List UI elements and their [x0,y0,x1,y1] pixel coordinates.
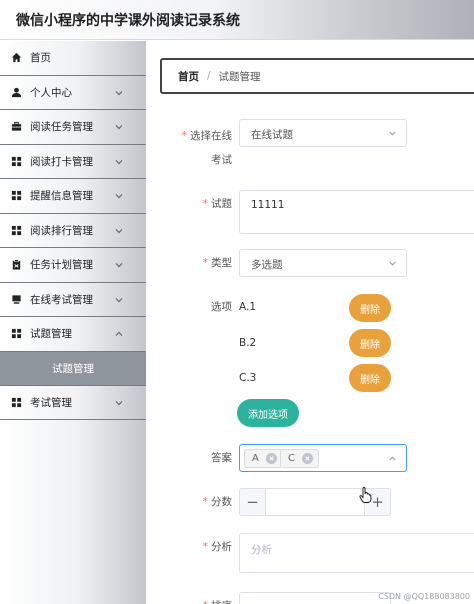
briefcase-icon [10,121,22,133]
sidebar-item-label: 阅读打卡管理 [30,155,93,168]
sidebar-item-exam-mgmt[interactable]: 考试管理 [0,386,146,420]
grid-icon [10,328,22,340]
sidebar-item-online-exam[interactable]: 在线考试管理 [0,283,146,317]
sidebar-item-label: 首页 [30,52,51,65]
exam-select-value: 在线试题 [251,129,293,141]
sidebar-item-reading-task[interactable]: 阅读任务管理 [0,110,146,145]
chevron-down-icon [388,259,397,268]
breadcrumb: 首页 / 试题管理 [160,58,474,94]
sidebar-item-question-mgmt[interactable]: 试题管理 [0,317,146,352]
delete-option-button[interactable]: 删除 [349,329,391,357]
exam-select-label: * 选择在线 [181,130,232,142]
answer-tag[interactable]: A [244,449,283,468]
close-icon[interactable] [265,453,277,464]
sidebar-item-label: 考试管理 [30,396,72,409]
answer-label: 答案 [211,452,232,464]
sort-stepper[interactable] [239,592,391,604]
breadcrumb-current: 试题管理 [218,70,261,83]
option-item: C.3 [239,372,257,384]
answer-multiselect[interactable]: A C [239,444,407,472]
chevron-down-icon [114,122,124,132]
sidebar-item-reading-checkin[interactable]: 阅读打卡管理 [0,145,146,179]
sidebar-item-reminder[interactable]: 提醒信息管理 [0,179,146,214]
chevron-down-icon [114,260,124,270]
main-content: 首页 / 试题管理 * 选择在线 考试 在线试题 * 试题 11111 * 类型 多选… [146,41,474,604]
analysis-textarea[interactable]: 分析 [239,533,474,573]
delete-option-button[interactable]: 删除 [349,364,391,392]
sidebar-subitem-label: 试题管理 [52,362,94,375]
delete-option-button[interactable]: 删除 [349,294,391,322]
chevron-down-icon [114,226,124,236]
add-option-button[interactable]: 添加选项 [237,399,299,427]
breadcrumb-home[interactable]: 首页 [178,69,199,84]
clipboard-icon [10,259,22,271]
sidebar-item-label: 阅读排行管理 [30,224,93,237]
sidebar-item-label: 提醒信息管理 [30,190,93,203]
sidebar-item-reading-rank[interactable]: 阅读排行管理 [0,214,146,248]
home-icon [10,52,22,64]
option-item: B.2 [239,337,257,349]
option-item: A.1 [239,301,257,313]
grid-icon [10,224,22,236]
chevron-down-icon [114,191,124,201]
type-select-value: 多选题 [251,259,283,271]
sidebar-item-label: 试题管理 [30,328,72,341]
grid-icon [10,190,22,202]
close-icon[interactable] [301,453,313,464]
question-textarea[interactable]: 11111 [239,190,474,234]
grid-icon [10,396,22,408]
chevron-up-icon [114,329,124,339]
answer-tag[interactable]: C [280,449,319,468]
sidebar-item-label: 在线考试管理 [30,293,93,306]
sort-label: *排序 [176,594,232,604]
chevron-down-icon [114,157,124,167]
type-select[interactable]: 多选题 [239,249,407,277]
exam-select[interactable]: 在线试题 [239,119,407,147]
chevron-down-icon [114,295,124,305]
sidebar-item-label: 阅读任务管理 [30,121,93,134]
score-label: * 分数 [202,496,232,508]
chevron-down-icon [388,129,397,138]
analysis-placeholder: 分析 [251,544,272,556]
sidebar: 首页 个人中心 阅读任务管理 阅读打卡管理 提醒信息管理 阅读排行管理 任务计划… [0,41,146,604]
decrement-button[interactable]: − [240,489,266,515]
question-label: * 试题 [202,198,232,210]
cursor-icon [359,487,372,506]
exam-select-label-cont: 考试 [211,154,232,166]
app-title: 微信小程序的中学课外阅读记录系统 [16,13,240,29]
question-value: 11111 [251,199,285,211]
type-label: * 类型 [202,257,232,269]
breadcrumb-separator: / [207,70,211,82]
chevron-down-icon [114,88,124,98]
chevron-down-icon [114,398,124,408]
analysis-label: * 分析 [202,541,232,553]
sidebar-item-task-plan[interactable]: 任务计划管理 [0,248,146,283]
sidebar-item-label: 个人中心 [30,86,72,99]
watermark: CSDN @QQ188083800 [378,592,470,601]
sidebar-item-label: 任务计划管理 [30,259,93,272]
chevron-down-icon [388,454,397,463]
sidebar-item-home[interactable]: 首页 [0,41,146,76]
sidebar-item-personal-center[interactable]: 个人中心 [0,76,146,110]
user-icon [10,86,22,98]
grid-icon [10,155,22,167]
options-label: 选项 [211,301,232,313]
sidebar-subitem-question-mgmt[interactable]: 试题管理 [0,351,146,386]
monitor-icon [10,293,22,305]
app-header: 微信小程序的中学课外阅读记录系统 [0,0,474,40]
